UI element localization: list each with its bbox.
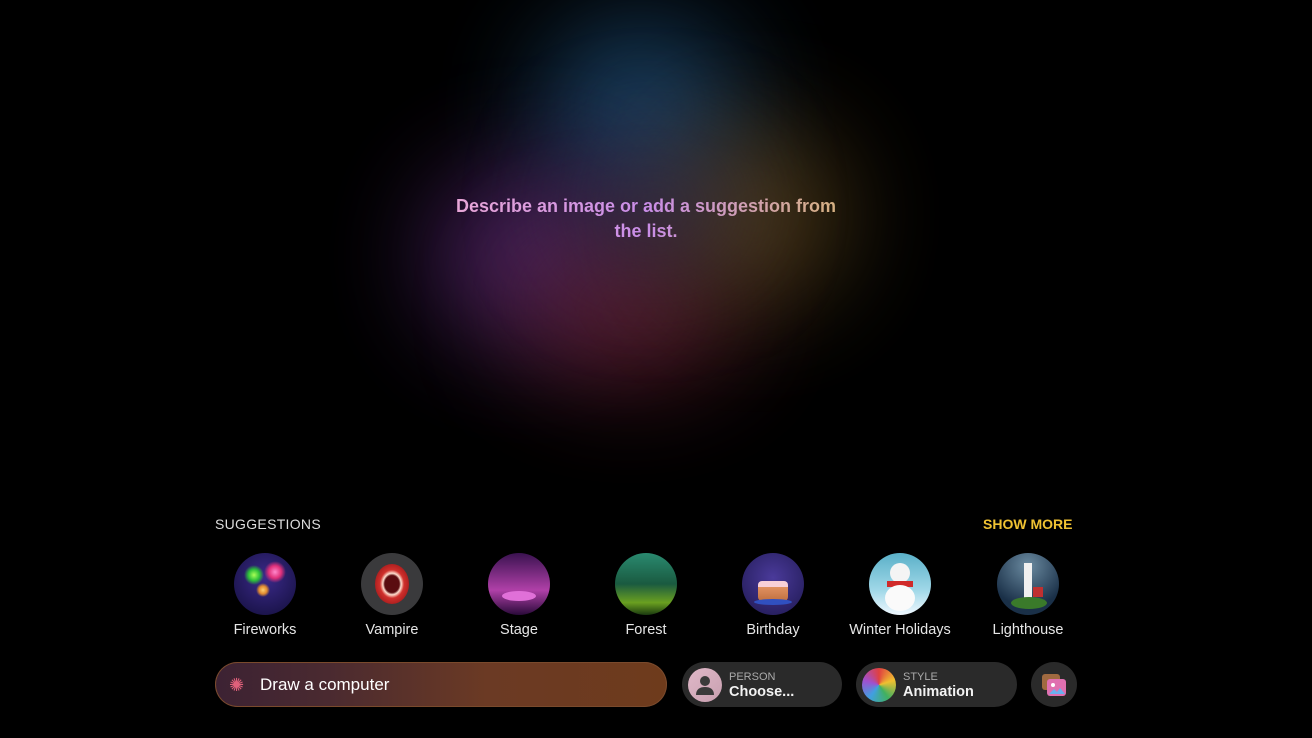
suggestion-label: Fireworks xyxy=(233,622,297,638)
forest-icon xyxy=(615,553,677,615)
person-picker[interactable]: PERSON Choose... xyxy=(682,662,842,707)
prompt-field[interactable]: ✺ xyxy=(215,662,667,707)
person-value: Choose... xyxy=(729,683,795,700)
style-key: STYLE xyxy=(903,670,938,683)
suggestion-winter-holidays[interactable]: Winter Holidays xyxy=(837,553,963,638)
person-icon xyxy=(688,667,722,702)
suggestion-stage[interactable]: Stage xyxy=(456,553,582,638)
suggestion-vampire[interactable]: Vampire xyxy=(329,553,455,638)
suggestion-lighthouse[interactable]: Lighthouse xyxy=(965,553,1091,638)
style-value: Animation xyxy=(903,683,974,700)
fireworks-icon xyxy=(234,553,296,615)
suggestion-label: Lighthouse xyxy=(992,622,1064,638)
vampire-icon xyxy=(361,553,423,615)
person-key: PERSON xyxy=(729,670,776,683)
suggestion-label: Birthday xyxy=(746,622,800,638)
prompt-input[interactable] xyxy=(260,674,640,695)
lighthouse-icon xyxy=(997,553,1059,615)
suggestion-forest[interactable]: Forest xyxy=(583,553,709,638)
suggestion-label: Winter Holidays xyxy=(849,622,951,638)
birthday-icon xyxy=(742,553,804,615)
animation-style-icon xyxy=(862,667,896,702)
snowman-icon xyxy=(869,553,931,615)
suggestion-fireworks[interactable]: Fireworks xyxy=(202,553,328,638)
prompt-hint: Describe an image or add a suggestion fr… xyxy=(446,194,846,244)
show-more-button[interactable]: SHOW MORE xyxy=(983,516,1072,532)
image-playground-icon: ✺ xyxy=(229,674,245,695)
suggestion-label: Forest xyxy=(625,622,667,638)
suggestion-birthday[interactable]: Birthday xyxy=(710,553,836,638)
photo-icon xyxy=(1042,673,1066,696)
add-image-button[interactable] xyxy=(1031,662,1077,707)
suggestion-label: Vampire xyxy=(365,622,419,638)
style-picker[interactable]: STYLE Animation xyxy=(856,662,1017,707)
stage-icon xyxy=(488,553,550,615)
suggestions-heading: SUGGESTIONS xyxy=(215,516,321,532)
suggestion-label: Stage xyxy=(500,622,538,638)
